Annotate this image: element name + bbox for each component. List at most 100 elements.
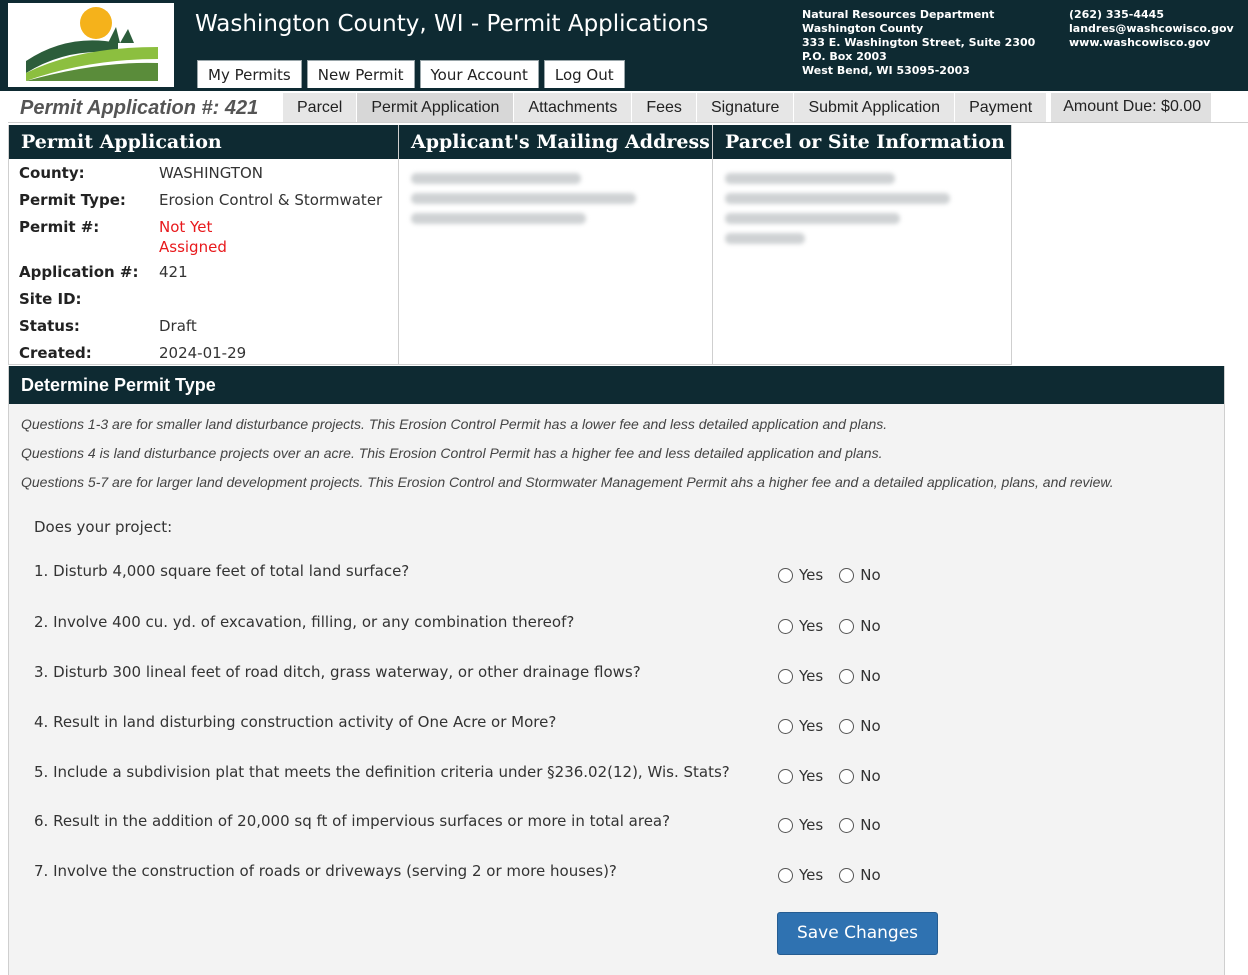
permit-notes: Questions 1-3 are for smaller land distu…: [9, 404, 1224, 491]
tab-parcel[interactable]: Parcel: [283, 93, 358, 122]
contact-email-link[interactable]: landres@washcowisco.gov: [1069, 22, 1234, 36]
landscape-logo-icon: [8, 3, 174, 87]
question-row: 1. Disturb 4,000 square feet of total la…: [34, 562, 1184, 586]
detail-row: Application #: 421: [9, 262, 398, 282]
radio-no[interactable]: [839, 718, 855, 734]
question-row: 2. Involve 400 cu. yd. of excavation, fi…: [34, 613, 1184, 637]
save-changes-button[interactable]: Save Changes: [777, 912, 938, 955]
redacted-line: [725, 233, 805, 244]
yes-no-radio-group: Yes No: [778, 717, 897, 735]
detail-row: Site ID:: [9, 289, 398, 309]
yes-no-radio-group: Yes No: [778, 667, 897, 685]
redacted-line: [725, 173, 895, 184]
yes-no-radio-group: Yes No: [778, 866, 897, 884]
radio-label-no: No: [860, 717, 881, 735]
question-text: 7. Involve the construction of roads or …: [34, 862, 617, 880]
panel-title: Applicant's Mailing Address: [399, 125, 712, 159]
application-number-label: Permit Application #: 421: [20, 97, 259, 119]
radio-yes[interactable]: [778, 567, 793, 583]
yes-no-radio-group: Yes No: [778, 767, 897, 785]
nav-new-permit[interactable]: New Permit: [306, 60, 415, 88]
radio-yes[interactable]: [778, 867, 793, 883]
radio-no[interactable]: [839, 668, 855, 684]
question-text: 6. Result in the addition of 20,000 sq f…: [34, 812, 671, 830]
note-line: Questions 4 is land disturbance projects…: [21, 445, 883, 461]
department-info: Natural Resources Department Washington …: [802, 8, 1035, 78]
radio-label-yes: Yes: [799, 816, 824, 834]
dept-line: 333 E. Washington Street, Suite 2300: [802, 36, 1036, 49]
question-row: 5. Include a subdivision plat that meets…: [34, 763, 1184, 787]
yes-no-radio-group: Yes No: [778, 617, 897, 635]
permit-number-status: Not Yet Assigned: [159, 218, 227, 256]
dept-line: Natural Resources Department: [802, 8, 995, 21]
detail-value: 421: [159, 263, 188, 281]
tab-signature[interactable]: Signature: [696, 93, 795, 122]
redacted-parcel: [713, 159, 1011, 244]
section-title: Determine Permit Type: [9, 366, 1224, 404]
radio-label-yes: Yes: [799, 767, 824, 785]
radio-label-no: No: [860, 866, 881, 884]
radio-no[interactable]: [839, 768, 855, 784]
tab-payment[interactable]: Payment: [955, 93, 1048, 122]
radio-yes[interactable]: [778, 768, 793, 784]
tab-fees[interactable]: Fees: [632, 93, 697, 122]
radio-no[interactable]: [839, 817, 855, 833]
detail-value: Draft: [159, 317, 197, 335]
detail-row: Permit #: Not Yet Assigned: [9, 217, 398, 257]
tab-permit-application[interactable]: Permit Application: [357, 93, 515, 122]
detail-value: [159, 289, 394, 309]
dept-line: P.O. Box 2003: [802, 50, 887, 63]
detail-label: Site ID:: [19, 290, 82, 308]
detail-label: Created:: [19, 344, 92, 362]
county-logo: [8, 3, 174, 87]
radio-yes[interactable]: [778, 817, 793, 833]
radio-yes[interactable]: [778, 668, 793, 684]
yes-no-radio-group: Yes No: [778, 566, 897, 584]
app-title: Washington County, WI - Permit Applicati…: [195, 11, 709, 37]
app-header: Washington County, WI - Permit Applicati…: [0, 0, 1248, 91]
radio-yes[interactable]: [778, 618, 793, 634]
contact-info: (262) 335-4445 landres@washcowisco.gov w…: [1069, 8, 1234, 50]
radio-label-no: No: [860, 667, 881, 685]
radio-no[interactable]: [839, 567, 855, 583]
radio-label-yes: Yes: [799, 866, 824, 884]
question-text: 1. Disturb 4,000 square feet of total la…: [34, 562, 410, 580]
question-text: 3. Disturb 300 lineal feet of road ditch…: [34, 663, 641, 681]
radio-label-yes: Yes: [799, 566, 824, 584]
dept-line: Washington County: [802, 22, 924, 35]
nav-my-permits[interactable]: My Permits: [197, 60, 302, 88]
detail-label: Permit Type:: [19, 191, 126, 209]
dept-line: West Bend, WI 53095-2003: [802, 64, 970, 77]
tab-submit-application[interactable]: Submit Application: [794, 93, 956, 122]
detail-value: WASHINGTON: [159, 164, 263, 182]
detail-label: Status:: [19, 317, 80, 335]
question-text: 4. Result in land disturbing constructio…: [34, 713, 557, 731]
redacted-line: [725, 213, 900, 224]
question-row: 7. Involve the construction of roads or …: [34, 862, 1184, 886]
questions-intro: Does your project:: [34, 518, 173, 536]
radio-no[interactable]: [839, 867, 855, 883]
question-row: 3. Disturb 300 lineal feet of road ditch…: [34, 663, 1184, 687]
detail-value: 2024-01-29: [159, 344, 247, 362]
nav-log-out[interactable]: Log Out: [543, 60, 625, 88]
radio-label-no: No: [860, 816, 881, 834]
redacted-line: [725, 193, 950, 204]
mailing-address-panel: Applicant's Mailing Address: [399, 125, 713, 365]
detail-label: Permit #:: [19, 218, 100, 236]
contact-website-link[interactable]: www.washcowisco.gov: [1069, 36, 1234, 50]
detail-row: County: WASHINGTON: [9, 163, 398, 183]
detail-label: County:: [19, 164, 85, 182]
nav-your-account[interactable]: Your Account: [419, 60, 539, 88]
tab-attachments[interactable]: Attachments: [514, 93, 633, 122]
redacted-line: [411, 193, 636, 204]
question-text: 2. Involve 400 cu. yd. of excavation, fi…: [34, 613, 575, 631]
detail-row: Permit Type: Erosion Control & Stormwate…: [9, 190, 398, 210]
radio-label-yes: Yes: [799, 617, 824, 635]
determine-permit-type-section: Determine Permit Type Questions 1-3 are …: [8, 366, 1225, 975]
application-tab-bar: Permit Application #: 421 Parcel Permit …: [8, 93, 1248, 123]
radio-label-no: No: [860, 566, 881, 584]
radio-yes[interactable]: [778, 718, 793, 734]
parcel-info-panel: Parcel or Site Information: [713, 125, 1012, 365]
radio-no[interactable]: [839, 618, 855, 634]
redacted-line: [411, 173, 581, 184]
